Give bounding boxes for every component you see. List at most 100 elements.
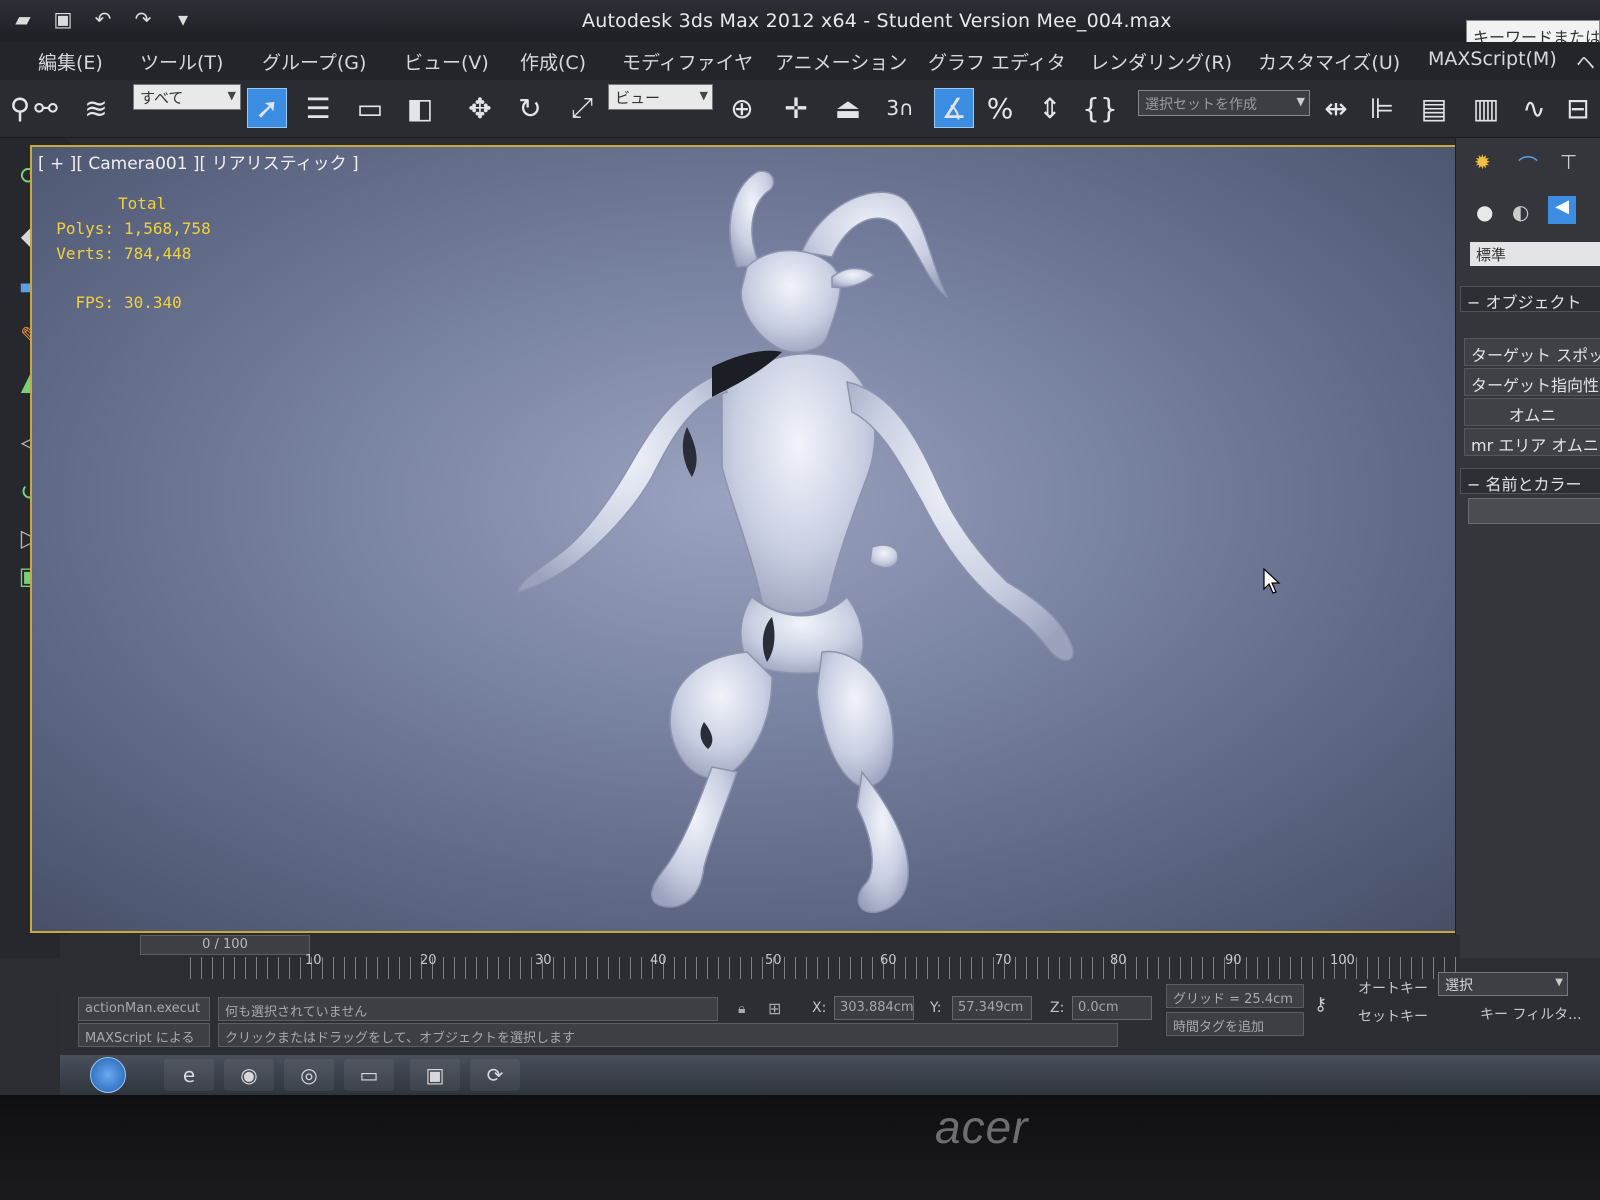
- grid-size: グリッド = 25.4cm: [1166, 984, 1304, 1008]
- mr-area-omni-button[interactable]: mr エリア オムニ: [1464, 428, 1600, 456]
- x-coordinate-field[interactable]: 303.884cm: [834, 996, 914, 1020]
- menu-edit[interactable]: 編集(E): [38, 48, 103, 75]
- bind-space-warp-icon[interactable]: ≋: [76, 88, 116, 128]
- start-button-icon[interactable]: [90, 1057, 126, 1093]
- menu-modifiers[interactable]: モディファイヤ: [622, 48, 753, 75]
- y-coordinate-field[interactable]: 57.349cm: [952, 996, 1032, 1020]
- chrome-icon[interactable]: ◎: [284, 1059, 334, 1091]
- tick-60: 60: [880, 953, 897, 968]
- lock-selection-icon[interactable]: 🔒︎: [738, 1001, 745, 1017]
- object-name-field[interactable]: [1468, 498, 1600, 524]
- set-key-button[interactable]: セットキー: [1358, 1006, 1428, 1030]
- menu-bar: 編集(E) ツール(T) グループ(G) ビュー(V) 作成(C) モディファイ…: [0, 42, 1600, 80]
- hierarchy-icon[interactable]: ⊤: [1560, 150, 1577, 174]
- reference-coordinate-dropdown[interactable]: ビュー: [608, 84, 713, 110]
- mirror-icon[interactable]: ⇹: [1316, 88, 1356, 128]
- title-bar: ▰ ▣ ↶ ↷ ▾ Autodesk 3ds Max 2012 x64 - St…: [0, 0, 1600, 48]
- ie-icon[interactable]: e: [164, 1059, 214, 1091]
- window-crossing-icon[interactable]: ◧: [400, 88, 440, 128]
- absolute-mode-icon[interactable]: ⊞: [768, 999, 781, 1018]
- undo-icon[interactable]: ↶: [90, 8, 116, 30]
- maxscript-listener-1[interactable]: actionMan.execut: [78, 997, 210, 1021]
- windows-taskbar: e ◉ ◎ ▭ ▣ ⟳: [60, 1055, 1600, 1095]
- target-direct-button[interactable]: ターゲット指向性: [1464, 368, 1600, 396]
- menu-view[interactable]: ビュー(V): [404, 48, 489, 75]
- tick-10: 10: [305, 953, 322, 968]
- time-slider[interactable]: 0 / 100: [140, 935, 310, 955]
- 3dsmax-taskbar-icon[interactable]: ⟳: [470, 1059, 520, 1091]
- ear: [831, 267, 876, 289]
- firefox-icon[interactable]: ◉: [224, 1059, 274, 1091]
- target-spot-button[interactable]: ターゲット スポット: [1464, 338, 1600, 366]
- z-coordinate-field[interactable]: 0.0cm: [1072, 996, 1152, 1020]
- laptop-brand-logo: acer: [935, 1101, 1029, 1153]
- named-selection-set-dropdown[interactable]: 選択セットを作成: [1138, 90, 1310, 116]
- lights-icon[interactable]: ✹: [1474, 150, 1491, 174]
- select-by-name-icon[interactable]: ☰: [298, 88, 338, 128]
- select-object-icon[interactable]: ➚: [247, 88, 287, 128]
- geometry-icon[interactable]: ●: [1476, 200, 1493, 224]
- key-selection-dropdown[interactable]: 選択: [1438, 972, 1568, 996]
- folder-icon[interactable]: ▭: [344, 1059, 394, 1091]
- spinner-snap-icon[interactable]: ⇕: [1030, 88, 1070, 128]
- auto-key-button[interactable]: オートキー: [1358, 978, 1428, 1002]
- object-category-dropdown[interactable]: 標準: [1470, 242, 1600, 266]
- menu-maxscript[interactable]: MAXScript(M): [1428, 48, 1557, 70]
- key-filters-button[interactable]: キー フィルタ...: [1480, 1004, 1582, 1028]
- right-arm: [846, 381, 1074, 661]
- menu-create[interactable]: 作成(C): [520, 48, 586, 75]
- scale-icon[interactable]: ⤢: [562, 88, 602, 128]
- rollout-name-color[interactable]: − 名前とカラー: [1460, 468, 1600, 494]
- selection-filter-dropdown[interactable]: すべて: [133, 84, 241, 110]
- tick-20: 20: [420, 953, 437, 968]
- menu-group[interactable]: グループ(G): [262, 48, 366, 75]
- angle-snap-icon[interactable]: ∡: [934, 88, 974, 128]
- left-arm: [515, 376, 729, 594]
- align-icon[interactable]: ⊫: [1362, 88, 1402, 128]
- layer-manager-icon[interactable]: ▤: [1414, 88, 1454, 128]
- rollout-name-color-label: 名前とカラー: [1485, 475, 1582, 494]
- chevron-down-icon[interactable]: ▾: [170, 8, 196, 30]
- add-time-tag-button[interactable]: 時間タグを追加: [1166, 1012, 1304, 1036]
- shapes-icon[interactable]: ⌒: [1518, 150, 1538, 179]
- tick-30: 30: [535, 953, 552, 968]
- menu-customize[interactable]: カスタマイズ(U): [1258, 48, 1400, 75]
- keyboard-shortcut-override-icon[interactable]: ⏏: [828, 88, 868, 128]
- unlink-icon[interactable]: ⚯: [26, 88, 66, 128]
- snap-toggle-icon[interactable]: 3 ∩: [880, 88, 920, 128]
- viewport-camera[interactable]: [ + ][ Camera001 ][ リアリスティック ] Total Pol…: [30, 145, 1485, 933]
- tick-100: 100: [1330, 953, 1355, 968]
- lights-tab-icon[interactable]: ◀: [1548, 196, 1576, 224]
- maxscript-listener-2[interactable]: MAXScript による: [78, 1023, 210, 1047]
- rollout-object-type[interactable]: − オブジェクト: [1460, 286, 1600, 312]
- x-label: X:: [812, 1000, 827, 1016]
- menu-animation[interactable]: アニメーション: [775, 48, 907, 75]
- tick-40: 40: [650, 953, 667, 968]
- graphite-ribbon-icon[interactable]: ▥: [1466, 88, 1506, 128]
- open-icon[interactable]: ▰: [10, 8, 36, 30]
- percent-snap-icon[interactable]: %: [980, 88, 1020, 128]
- omni-button[interactable]: オムニ: [1464, 398, 1600, 426]
- schematic-view-icon[interactable]: ⊟: [1558, 88, 1598, 128]
- redo-icon[interactable]: ↷: [130, 8, 156, 30]
- track-bar[interactable]: [190, 957, 1460, 979]
- select-manipulate-icon[interactable]: ✛: [776, 88, 816, 128]
- menu-rendering[interactable]: レンダリング(R): [1090, 48, 1232, 75]
- left-thigh: [669, 651, 773, 779]
- menu-graph-editors[interactable]: グラフ エディタ: [928, 48, 1066, 75]
- move-icon[interactable]: ✥: [460, 88, 500, 128]
- curve-editor-icon[interactable]: ∿: [1514, 88, 1554, 128]
- cameras-icon[interactable]: ◐: [1512, 200, 1529, 224]
- rotate-icon[interactable]: ↻: [510, 88, 550, 128]
- app-window-icon[interactable]: ▣: [410, 1059, 460, 1091]
- menu-help[interactable]: ヘ: [1576, 48, 1595, 75]
- prompt-line-1: 何も選択されていません: [218, 997, 718, 1021]
- key-icon[interactable]: ⚷: [1314, 994, 1327, 1015]
- save-icon[interactable]: ▣: [50, 8, 76, 30]
- rectangular-selection-icon[interactable]: ▭: [350, 88, 390, 128]
- menu-tools[interactable]: ツール(T): [140, 48, 223, 75]
- pivot-center-icon[interactable]: ⊕: [722, 88, 762, 128]
- creature-model[interactable]: [32, 147, 1485, 933]
- edit-named-selection-icon[interactable]: {}: [1080, 88, 1120, 128]
- tail: [869, 544, 899, 569]
